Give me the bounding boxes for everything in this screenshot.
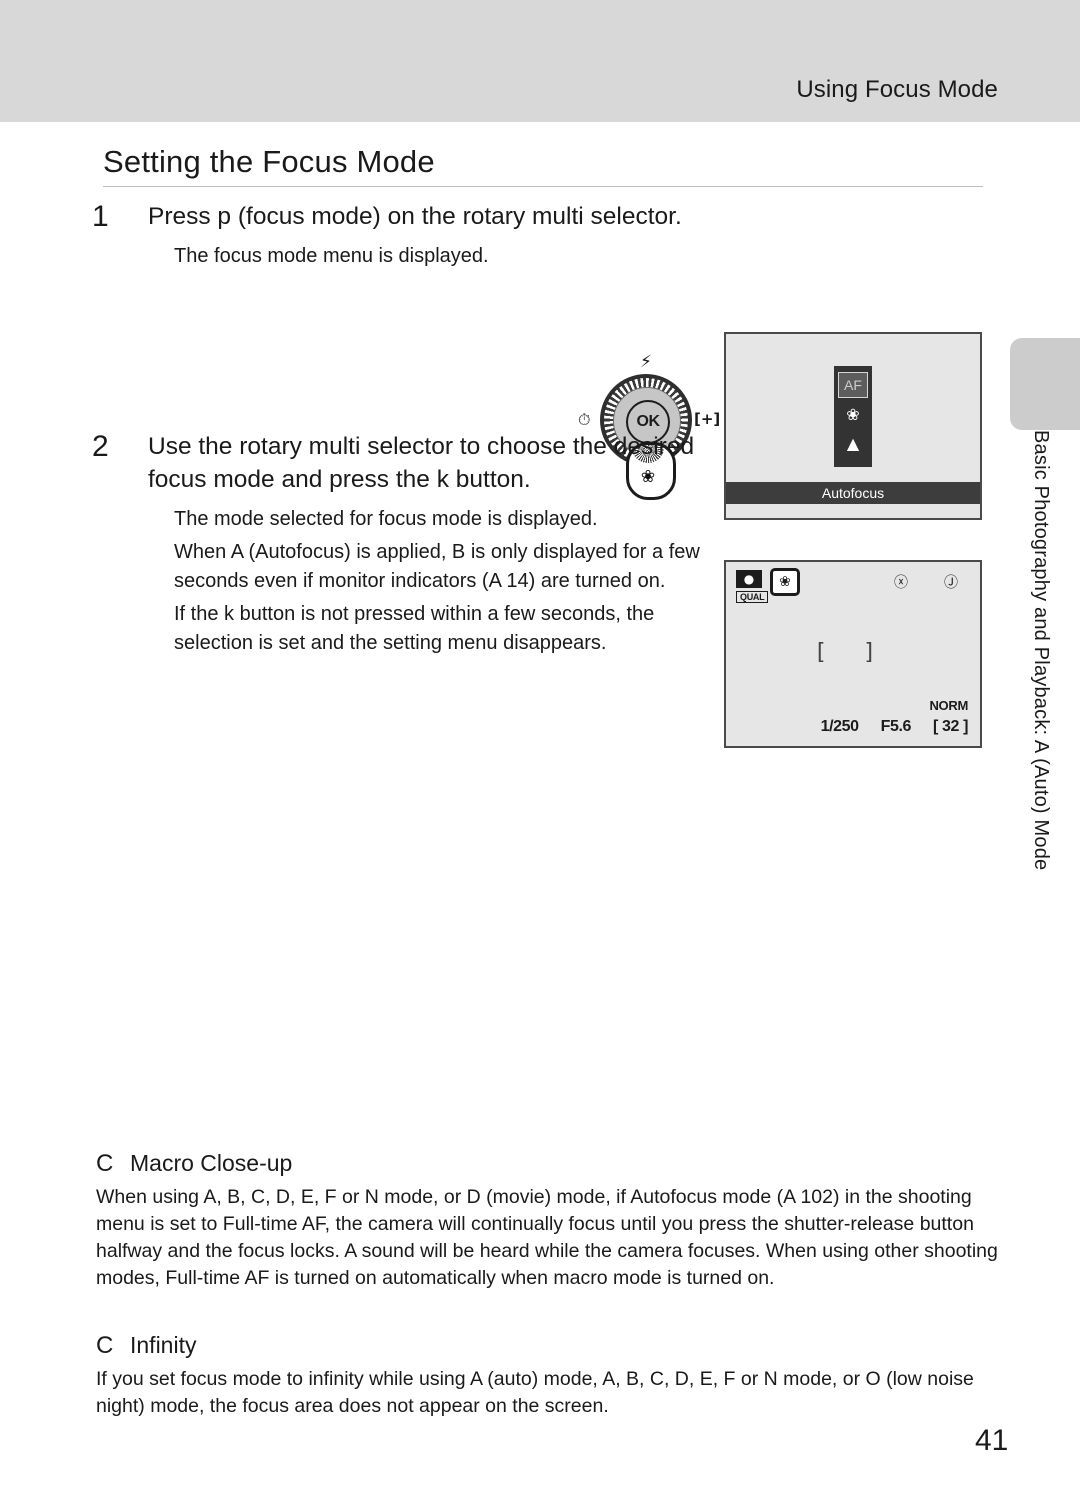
note-infinity-heading: C Infinity	[96, 1332, 1000, 1360]
focus-area-brackets: [ ]	[816, 640, 890, 665]
chapter-label: Basic Photography and Playback: A (Auto)…	[1030, 430, 1052, 871]
focus-area-icon: [+]	[694, 410, 721, 428]
flash-icon: ⚡	[640, 352, 652, 372]
note-macro-body: When using A, B, C, D, E, F or N mode, o…	[96, 1186, 998, 1289]
running-head: Using Focus Mode	[796, 76, 998, 103]
lcd-focus-mode-menu: AF ❀ ▲ Autofocus	[724, 332, 982, 520]
macro-mode-indicator-icon: ❀	[770, 568, 800, 596]
step-2-heading: Use the rotary multi selector to choose …	[148, 433, 695, 493]
page-title: Setting the Focus Mode	[103, 144, 435, 179]
note-infinity: C Infinity If you set focus mode to infin…	[96, 1332, 1000, 1420]
step-1-bullets: The focus mode menu is displayed.	[174, 242, 712, 271]
focus-mode-item-macro: ❀	[846, 404, 860, 424]
motion-detection-icon: Ⓙ	[944, 575, 958, 591]
step-2-number: 2	[92, 430, 109, 463]
step-1-number: 1	[92, 200, 109, 233]
vibration-reduction-icon: ⓧ	[894, 575, 908, 591]
shooting-mode-icon: ●	[736, 570, 762, 588]
step-2-bullet-3: If the k button is not pressed within a …	[174, 603, 655, 654]
note-macro-heading: C Macro Close-up	[96, 1150, 1000, 1178]
page-number: 41	[975, 1424, 1009, 1457]
exposure-readout: 1/250 F5.6 [ 32 ]	[726, 718, 980, 736]
focus-mode-item-autofocus: AF	[838, 372, 868, 398]
note-macro-title: Macro Close-up	[130, 1150, 293, 1176]
step-2-bullet-2: When A (Autofocus) is applied, B is only…	[174, 541, 700, 592]
focus-mode-menu-strip: AF ❀ ▲	[834, 366, 872, 467]
step-2-bullets: The mode selected for focus mode is disp…	[174, 505, 712, 658]
self-timer-icon: ⏱	[578, 410, 591, 429]
focus-mode-caption: Autofocus	[726, 482, 980, 504]
step-1-bullet-1: The focus mode menu is displayed.	[174, 245, 489, 267]
step-1-heading: Press p (focus mode) on the rotary multi…	[148, 200, 712, 233]
step-1: 1 Press p (focus mode) on the rotary mul…	[92, 200, 712, 275]
image-quality-badge: QUAL	[736, 591, 769, 603]
step-1-heading-text: Press p (focus mode) on the rotary multi…	[148, 203, 682, 230]
shutter-speed-value: 1/250	[820, 718, 859, 735]
focus-mode-item-infinity: ▲	[846, 433, 860, 453]
step-2-bullet-1: The mode selected for focus mode is disp…	[174, 508, 598, 530]
page-body: Setting the Focus Mode 1 Press p (focus …	[0, 122, 1080, 1486]
aperture-value: F5.6	[880, 718, 912, 735]
image-size-indicator: NORM	[929, 698, 968, 713]
lcd-shooting-display: ● QUAL ❀ ⓧ Ⓙ [ ] NORM 1/250 F5.6 [ 32 ]	[724, 560, 982, 748]
note-macro-close-up: C Macro Close-up When using A, B, C, D, E…	[96, 1150, 1000, 1292]
shots-remaining-value: [ 32 ]	[933, 718, 968, 735]
title-divider	[103, 186, 983, 187]
note-icon-infinity: C	[96, 1332, 114, 1359]
note-infinity-title: Infinity	[130, 1332, 197, 1358]
step-2: 2 Use the rotary multi selector to choos…	[92, 430, 712, 662]
note-icon-macro: C	[96, 1150, 114, 1177]
header-band: Using Focus Mode	[0, 0, 1080, 122]
chapter-edge-tab	[1010, 338, 1080, 430]
note-infinity-body: If you set focus mode to infinity while …	[96, 1368, 974, 1417]
